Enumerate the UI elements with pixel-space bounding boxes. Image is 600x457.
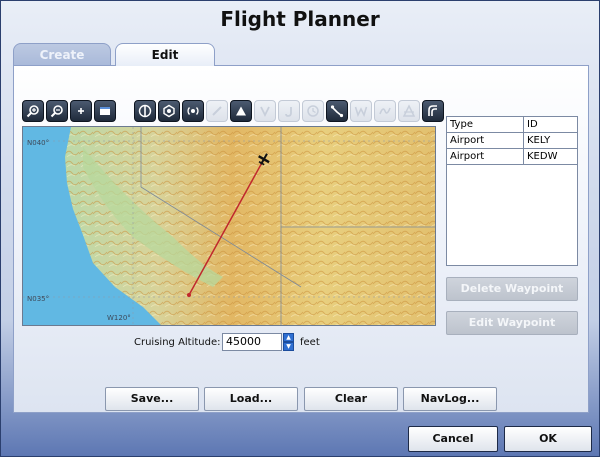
w-icon[interactable] [350, 100, 372, 122]
tab-edit[interactable]: Edit [115, 43, 215, 66]
cruising-altitude-input[interactable]: 45000 [222, 333, 282, 351]
load-button[interactable]: Load... [204, 387, 298, 411]
table-row[interactable]: Airport KELY [447, 133, 577, 149]
edit-waypoint-button[interactable]: Edit Waypoint [446, 311, 578, 335]
navlog-button[interactable]: NavLog... [403, 387, 497, 411]
cancel-button[interactable]: Cancel [408, 426, 498, 452]
window-icon[interactable] [94, 100, 116, 122]
latitude-label-top: N040° [27, 139, 49, 147]
radio-icon[interactable] [182, 100, 204, 122]
v-icon[interactable] [254, 100, 276, 122]
waypoint-table: Type ID Airport KELY Airport KEDW [446, 116, 578, 266]
flight-planner-window: Flight Planner Create Edit N040° N035° W… [0, 0, 600, 457]
edit-panel: N040° N035° W120° Type ID Airport KELY A… [13, 65, 589, 413]
table-header: Type ID [447, 117, 577, 133]
ats-icon[interactable] [398, 100, 420, 122]
waypoint-type: Airport [447, 133, 524, 148]
vor-icon[interactable] [134, 100, 156, 122]
wave-icon[interactable] [374, 100, 396, 122]
slash-icon[interactable] [206, 100, 228, 122]
waypoint-id: KEDW [527, 151, 558, 162]
delete-waypoint-button[interactable]: Delete Waypoint [446, 277, 578, 301]
latitude-label-bottom: N035° [27, 295, 49, 303]
triangle-icon[interactable] [230, 100, 252, 122]
cruising-altitude-label: Cruising Altitude: [134, 337, 221, 348]
tab-create[interactable]: Create [13, 43, 111, 66]
ok-button[interactable]: OK [504, 426, 592, 452]
clock-icon[interactable] [302, 100, 324, 122]
zoom-out-icon[interactable] [46, 100, 68, 122]
waypoint-id: KELY [527, 135, 551, 146]
stepper-up-icon[interactable]: ▲ [283, 333, 294, 342]
column-header-id[interactable]: ID [524, 117, 577, 132]
route-icon[interactable] [326, 100, 348, 122]
center-plus-icon[interactable] [70, 100, 92, 122]
map-canvas[interactable]: N040° N035° W120° [23, 127, 435, 325]
window-title: Flight Planner [220, 7, 380, 31]
altitude-unit: feet [300, 337, 320, 348]
route-map[interactable]: N040° N035° W120° [22, 126, 436, 326]
save-button[interactable]: Save... [105, 387, 199, 411]
column-header-type[interactable]: Type [447, 117, 524, 132]
table-row[interactable]: Airport KEDW [447, 149, 577, 165]
ndb-icon[interactable] [158, 100, 180, 122]
longitude-label-bottom: W120° [107, 314, 131, 322]
zoom-in-icon[interactable] [22, 100, 44, 122]
path-icon[interactable] [422, 100, 444, 122]
waypoint-type: Airport [447, 149, 524, 164]
stepper-down-icon[interactable]: ▼ [283, 342, 294, 351]
clear-button[interactable]: Clear [304, 387, 398, 411]
j-icon[interactable] [278, 100, 300, 122]
altitude-stepper[interactable]: ▲ ▼ [283, 333, 294, 351]
waypoint-kedw-marker[interactable] [187, 293, 191, 297]
